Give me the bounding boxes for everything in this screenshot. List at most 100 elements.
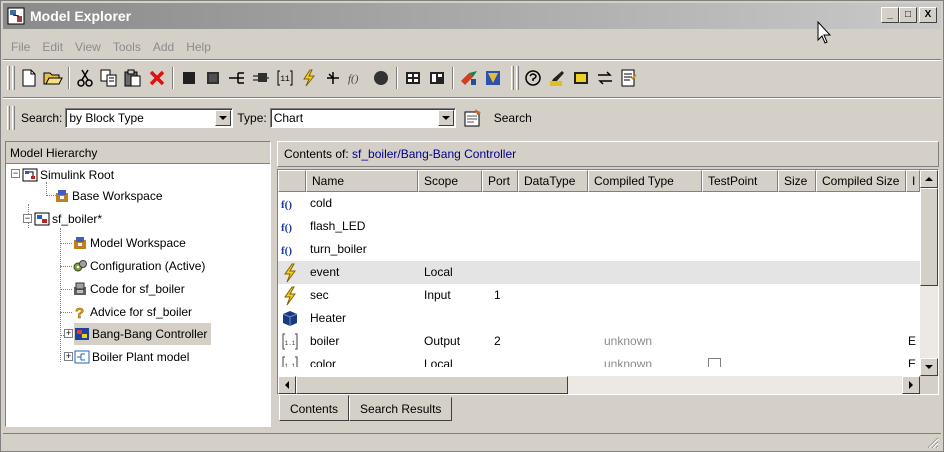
tree-item-configuration[interactable]: Configuration (Active)	[72, 255, 205, 277]
delete-icon[interactable]	[146, 67, 168, 89]
horizontal-scrollbar[interactable]	[278, 376, 920, 394]
search-bar: Search: by Block Type Type: Chart Search	[5, 105, 939, 131]
scroll-up-button[interactable]	[920, 170, 938, 188]
testpoint-checkbox[interactable]	[708, 358, 721, 367]
swap-icon[interactable]	[594, 67, 616, 89]
fav-icon[interactable]	[482, 67, 504, 89]
type-dropdown[interactable]: Chart	[269, 108, 456, 128]
tree-item-bang-bang-controller[interactable]: Bang-Bang Controller	[74, 323, 212, 345]
toolbar-grip[interactable]	[12, 66, 15, 90]
table-row[interactable]: 1.1 boiler Output 2 unknown E	[278, 330, 920, 353]
highlight-icon[interactable]	[546, 67, 568, 89]
toolbar-grip[interactable]	[516, 66, 519, 90]
bus-icon[interactable]	[226, 67, 248, 89]
title-bar[interactable]: Model Explorer _ □ X	[3, 3, 941, 29]
stop-icon[interactable]	[370, 67, 392, 89]
table-alt-icon[interactable]	[426, 67, 448, 89]
table-row[interactable]: Heater	[278, 307, 920, 330]
open-icon[interactable]	[42, 67, 64, 89]
table-row[interactable]: f() flash_LED	[278, 215, 920, 238]
copy-icon[interactable]	[98, 67, 120, 89]
function-icon[interactable]: f()	[346, 67, 368, 89]
tree-item-code[interactable]: Code for sf_boiler	[72, 278, 185, 300]
block-alt-icon[interactable]	[202, 67, 224, 89]
subsystem-icon[interactable]	[250, 67, 272, 89]
tree-item-boiler-plant-model[interactable]: Boiler Plant model	[74, 346, 189, 368]
paste-icon[interactable]	[122, 67, 144, 89]
searchbar-grip[interactable]	[12, 106, 15, 130]
col-compiled-size[interactable]: Compiled Size	[816, 170, 906, 192]
col-datatype[interactable]: DataType	[518, 170, 588, 192]
col-name[interactable]: Name	[306, 170, 418, 192]
type-label: Type:	[237, 111, 267, 125]
menu-edit[interactable]: Edit	[36, 37, 69, 57]
maximize-button[interactable]: □	[899, 7, 917, 23]
tree-item-sf-boiler[interactable]: sf_boiler*	[34, 208, 102, 230]
search-by-dropdown[interactable]: by Block Type	[65, 108, 234, 128]
search-options-icon[interactable]	[462, 108, 484, 128]
tab-contents[interactable]: Contents	[279, 395, 350, 421]
menu-add[interactable]: Add	[147, 37, 180, 57]
chart-icon[interactable]	[458, 67, 480, 89]
col-truncated[interactable]: I	[906, 170, 920, 192]
svg-text:?: ?	[75, 305, 84, 320]
event-icon[interactable]	[298, 67, 320, 89]
new-icon[interactable]	[18, 67, 40, 89]
toolbar-grip[interactable]	[511, 66, 514, 90]
searchbar-grip[interactable]	[7, 106, 10, 130]
resize-grip-icon[interactable]	[927, 437, 939, 449]
scroll-down-button[interactable]	[920, 358, 938, 376]
expand-bang-bang-controller[interactable]: +	[64, 329, 73, 338]
chevron-down-icon[interactable]	[215, 110, 232, 126]
svg-text:f(): f()	[281, 199, 292, 211]
col-testpoint[interactable]: TestPoint	[702, 170, 778, 192]
tree-item-base-workspace[interactable]: Base Workspace	[54, 185, 163, 207]
tab-search-results[interactable]: Search Results	[349, 397, 453, 421]
cut-icon[interactable]	[74, 67, 96, 89]
scroll-right-button[interactable]	[902, 376, 920, 394]
box-icon[interactable]	[570, 67, 592, 89]
collapse-sf-boiler[interactable]: −	[23, 214, 32, 223]
vertical-scrollbar[interactable]	[920, 170, 938, 376]
close-button[interactable]: X	[919, 7, 937, 23]
cell-truncated: E	[908, 334, 917, 348]
menu-view[interactable]: View	[69, 37, 107, 57]
toolbar-grip[interactable]	[7, 66, 10, 90]
table-row[interactable]: event Local	[278, 261, 920, 284]
menu-help[interactable]: Help	[180, 37, 217, 57]
table-row[interactable]: f() turn_boiler	[278, 238, 920, 261]
matrix-icon[interactable]: 11	[274, 67, 296, 89]
table-row[interactable]: 1.1 color Local unknown E	[278, 353, 920, 367]
contents-panel: Contents of: sf_boiler/Bang-Bang Control…	[277, 141, 939, 431]
col-size[interactable]: Size	[778, 170, 816, 192]
gear-icon	[72, 258, 88, 274]
tree-item-simulink-root[interactable]: Simulink Root	[22, 164, 114, 186]
expand-boiler-plant-model[interactable]: +	[64, 352, 73, 361]
menu-tools[interactable]: Tools	[107, 37, 147, 57]
table-icon[interactable]	[402, 67, 424, 89]
col-compiled-type[interactable]: Compiled Type	[588, 170, 702, 192]
scroll-left-button[interactable]	[278, 376, 296, 394]
search-button[interactable]: Search	[494, 111, 532, 125]
col-port[interactable]: Port	[482, 170, 518, 192]
collapse-simulink-root[interactable]: −	[11, 169, 20, 178]
help-icon[interactable]	[522, 67, 544, 89]
signal-icon[interactable]	[322, 67, 344, 89]
data-icon: 1.1	[281, 330, 305, 353]
chevron-down-icon[interactable]	[437, 110, 454, 126]
cell-scope: Local	[424, 265, 453, 279]
notes-icon[interactable]	[618, 67, 640, 89]
tree-item-model-workspace[interactable]: Model Workspace	[72, 232, 186, 254]
cell-name: boiler	[310, 334, 340, 348]
table-row[interactable]: f() cold	[278, 192, 920, 215]
horizontal-scroll-thumb[interactable]	[296, 376, 568, 394]
menu-file[interactable]: File	[5, 37, 36, 57]
tree-item-advice[interactable]: ? Advice for sf_boiler	[72, 301, 192, 323]
minimize-button[interactable]: _	[881, 7, 899, 23]
vertical-scroll-thumb[interactable]	[920, 188, 938, 286]
block-icon[interactable]	[178, 67, 200, 89]
contents-path-link[interactable]: sf_boiler/Bang-Bang Controller	[352, 147, 516, 161]
col-scope[interactable]: Scope	[418, 170, 482, 192]
table-row[interactable]: sec Input 1	[278, 284, 920, 307]
scroll-corner	[920, 376, 938, 394]
